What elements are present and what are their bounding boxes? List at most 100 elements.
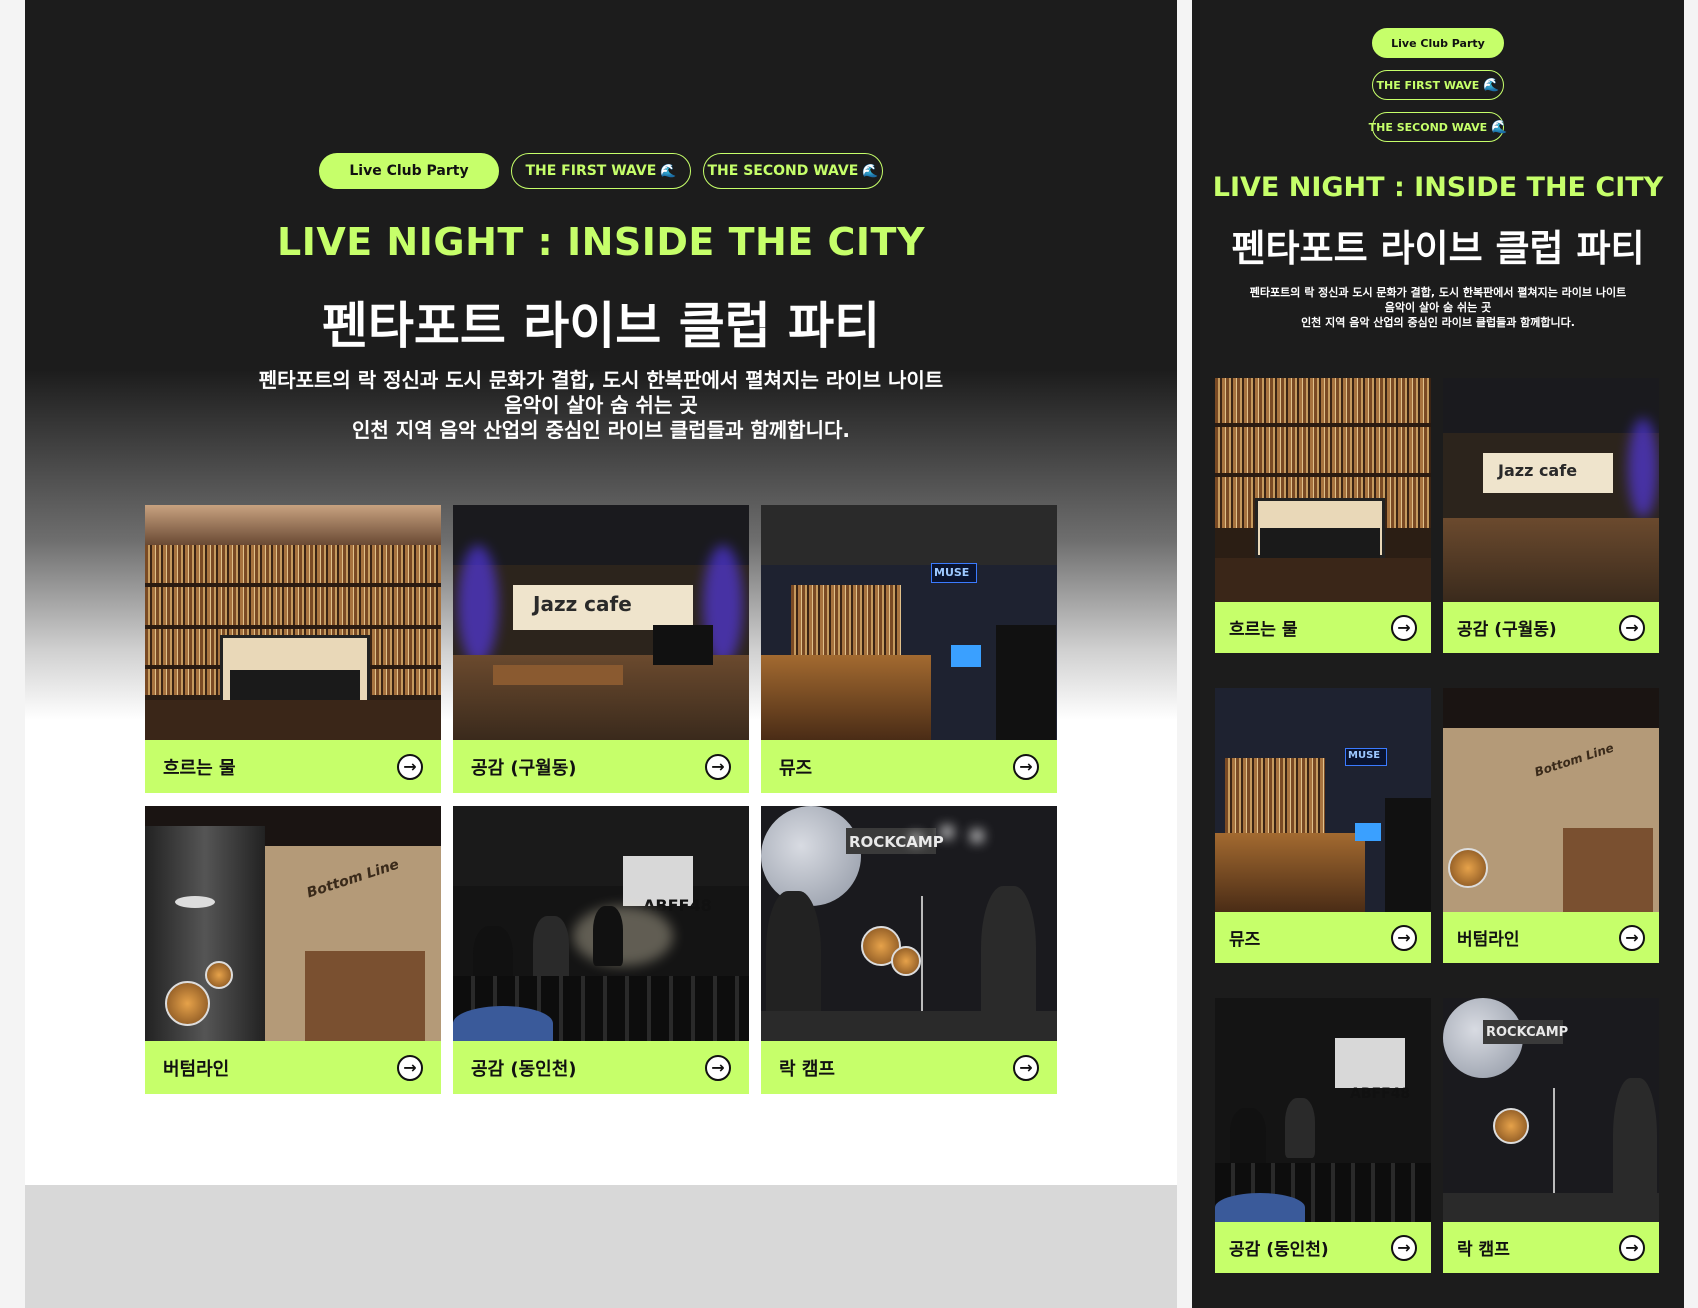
tab-label: THE SECOND WAVE bbox=[1368, 120, 1488, 134]
tab-live-club-party[interactable]: Live Club Party bbox=[319, 153, 499, 189]
club-card-footer: 공감 (구월동) → bbox=[1443, 602, 1659, 653]
club-card-footer: 락 캠프 → bbox=[1443, 1222, 1659, 1273]
club-photo bbox=[145, 505, 441, 740]
mobile-preview: Live Club Party THE FIRST WAVE 🌊 THE SEC… bbox=[1192, 0, 1684, 1308]
club-sign: ROCKCAMP bbox=[849, 833, 944, 851]
club-name: 버텀라인 bbox=[163, 1058, 230, 1080]
arrow-right-icon[interactable]: → bbox=[397, 753, 423, 780]
club-grid: 흐르는 물 → Jazz cafe 공감 (구월동) → MUSE 뮤즈 → B… bbox=[1215, 378, 1659, 1273]
club-card-footer: 버텀라인 → bbox=[1443, 912, 1659, 963]
club-card-footer: 락 캠프 → bbox=[761, 1041, 1057, 1094]
club-photo: MUSE bbox=[1215, 688, 1431, 912]
club-photo: Jazz cafe bbox=[453, 505, 749, 740]
club-card-footer: 흐르는 물 → bbox=[1215, 602, 1431, 653]
club-photo: Jazz cafe bbox=[1443, 378, 1659, 602]
hero-description: 펜타포트의 락 정신과 도시 문화가 결합, 도시 한복판에서 펼쳐지는 라이브… bbox=[25, 368, 1177, 443]
club-photo: Bottom Line bbox=[145, 806, 441, 1041]
arrow-right-icon[interactable]: → bbox=[1391, 1234, 1417, 1261]
club-card-gonggam-dongincheon[interactable]: ABFF48 공감 (동인천) → bbox=[453, 806, 749, 1094]
wave-icon: 🌊 bbox=[660, 163, 677, 179]
club-name: 공감 (구월동) bbox=[471, 757, 577, 779]
tab-label: Live Club Party bbox=[1391, 36, 1485, 50]
club-photo: ROCKCAMP bbox=[761, 806, 1057, 1041]
arrow-right-icon[interactable]: → bbox=[1013, 753, 1039, 780]
club-photo: ABFF48 bbox=[1215, 998, 1431, 1222]
desktop-preview: Live Club Party THE FIRST WAVE 🌊 THE SEC… bbox=[25, 0, 1177, 1308]
club-name: 버텀라인 bbox=[1457, 930, 1520, 950]
club-card-heureuneun-mul[interactable]: 흐르는 물 → bbox=[1215, 378, 1431, 653]
hero-title-ko: 펜타포트 라이브 클럽 파티 bbox=[1231, 227, 1645, 270]
arrow-right-icon[interactable]: → bbox=[397, 1054, 423, 1081]
tab-label: THE FIRST WAVE bbox=[525, 163, 657, 179]
tab-label: THE FIRST WAVE bbox=[1376, 78, 1480, 92]
club-card-gonggam-guwol[interactable]: Jazz cafe 공감 (구월동) → bbox=[1443, 378, 1659, 653]
hero-desc-line: 인천 지역 음악 산업의 중심인 라이브 클럽들과 함께합니다. bbox=[1301, 316, 1575, 329]
club-name: 공감 (구월동) bbox=[1457, 620, 1557, 640]
club-card-footer: 버텀라인 → bbox=[145, 1041, 441, 1094]
hero-desc-line: 인천 지역 음악 산업의 중심인 라이브 클럽들과 함께합니다. bbox=[352, 418, 850, 442]
club-photo: MUSE bbox=[761, 505, 1057, 740]
club-photo: Bottom Line bbox=[1443, 688, 1659, 912]
hero-desc-line: 음악이 살아 숨 쉬는 곳 bbox=[504, 393, 698, 417]
tab-live-club-party[interactable]: Live Club Party bbox=[1372, 28, 1504, 58]
hero-title-en: LIVE NIGHT : INSIDE THE CITY bbox=[1212, 172, 1664, 203]
wave-icon: 🌊 bbox=[1483, 77, 1500, 93]
hero-desc-line: 음악이 살아 숨 쉬는 곳 bbox=[1384, 301, 1492, 314]
tab-label: Live Club Party bbox=[349, 163, 469, 179]
tab-second-wave[interactable]: THE SECOND WAVE 🌊 bbox=[703, 153, 883, 189]
club-name: 공감 (동인천) bbox=[471, 1058, 577, 1080]
arrow-right-icon[interactable]: → bbox=[1391, 614, 1417, 641]
tab-bar: Live Club Party THE FIRST WAVE 🌊 THE SEC… bbox=[25, 153, 1177, 189]
tab-first-wave[interactable]: THE FIRST WAVE 🌊 bbox=[1372, 70, 1504, 100]
club-name: 흐르는 물 bbox=[163, 757, 236, 779]
club-card-rock-camp[interactable]: ROCKCAMP 락 캠프 → bbox=[761, 806, 1057, 1094]
club-sign: MUSE bbox=[1348, 750, 1381, 761]
club-sign: ABFF48 bbox=[1350, 1086, 1411, 1102]
arrow-right-icon[interactable]: → bbox=[705, 1054, 731, 1081]
hero-title-en: LIVE NIGHT : INSIDE THE CITY bbox=[276, 220, 925, 264]
club-name: 락 캠프 bbox=[1457, 1240, 1510, 1260]
club-card-footer: 공감 (구월동) → bbox=[453, 740, 749, 793]
club-card-gonggam-dongincheon[interactable]: ABFF48 공감 (동인천) → bbox=[1215, 998, 1431, 1273]
wave-icon: 🌊 bbox=[862, 163, 879, 179]
club-card-muse[interactable]: MUSE 뮤즈 → bbox=[761, 505, 1057, 793]
club-card-footer: 뮤즈 → bbox=[761, 740, 1057, 793]
tab-first-wave[interactable]: THE FIRST WAVE 🌊 bbox=[511, 153, 691, 189]
club-card-footer: 공감 (동인천) → bbox=[1215, 1222, 1431, 1273]
arrow-right-icon[interactable]: → bbox=[1619, 614, 1645, 641]
club-card-rock-camp[interactable]: ROCKCAMP 락 캠프 → bbox=[1443, 998, 1659, 1273]
hero-desc-line: 펜타포트의 락 정신과 도시 문화가 결합, 도시 한복판에서 펼쳐지는 라이브… bbox=[258, 368, 944, 392]
arrow-right-icon[interactable]: → bbox=[705, 753, 731, 780]
club-sign: Jazz cafe bbox=[1498, 461, 1578, 480]
tab-second-wave[interactable]: THE SECOND WAVE 🌊 bbox=[1368, 112, 1508, 142]
club-photo: ROCKCAMP bbox=[1443, 998, 1659, 1222]
club-name: 뮤즈 bbox=[1229, 930, 1261, 950]
club-card-bottom-line[interactable]: Bottom Line 버텀라인 → bbox=[145, 806, 441, 1094]
club-grid: 흐르는 물 → Jazz cafe 공감 (구월동) → MUSE 뮤즈 → B… bbox=[145, 505, 1058, 1094]
club-card-muse[interactable]: MUSE 뮤즈 → bbox=[1215, 688, 1431, 963]
hero-title-ko: 펜타포트 라이브 클럽 파티 bbox=[321, 297, 881, 355]
club-card-footer: 흐르는 물 → bbox=[145, 740, 441, 793]
hero-desc-line: 펜타포트의 락 정신과 도시 문화가 결합, 도시 한복판에서 펼쳐지는 라이브… bbox=[1249, 286, 1627, 299]
club-name: 뮤즈 bbox=[779, 757, 813, 779]
club-name: 흐르는 물 bbox=[1229, 620, 1298, 640]
arrow-right-icon[interactable]: → bbox=[1619, 924, 1645, 951]
club-name: 락 캠프 bbox=[779, 1058, 835, 1080]
club-card-heureuneun-mul[interactable]: 흐르는 물 → bbox=[145, 505, 441, 793]
arrow-right-icon[interactable]: → bbox=[1013, 1054, 1039, 1081]
club-card-gonggam-guwol[interactable]: Jazz cafe 공감 (구월동) → bbox=[453, 505, 749, 793]
club-card-footer: 뮤즈 → bbox=[1215, 912, 1431, 963]
club-sign: ROCKCAMP bbox=[1486, 1025, 1569, 1040]
club-photo bbox=[1215, 378, 1431, 602]
wave-icon: 🌊 bbox=[1491, 119, 1508, 135]
club-sign: MUSE bbox=[934, 566, 970, 579]
club-name: 공감 (동인천) bbox=[1229, 1240, 1329, 1260]
club-photo: ABFF48 bbox=[453, 806, 749, 1041]
tab-label: THE SECOND WAVE bbox=[707, 163, 859, 179]
club-card-footer: 공감 (동인천) → bbox=[453, 1041, 749, 1094]
arrow-right-icon[interactable]: → bbox=[1619, 1234, 1645, 1261]
hero-description: 펜타포트의 락 정신과 도시 문화가 결합, 도시 한복판에서 펼쳐지는 라이브… bbox=[1192, 285, 1684, 330]
club-sign: Jazz cafe bbox=[533, 592, 632, 616]
arrow-right-icon[interactable]: → bbox=[1391, 924, 1417, 951]
club-card-bottom-line[interactable]: Bottom Line 버텀라인 → bbox=[1443, 688, 1659, 963]
